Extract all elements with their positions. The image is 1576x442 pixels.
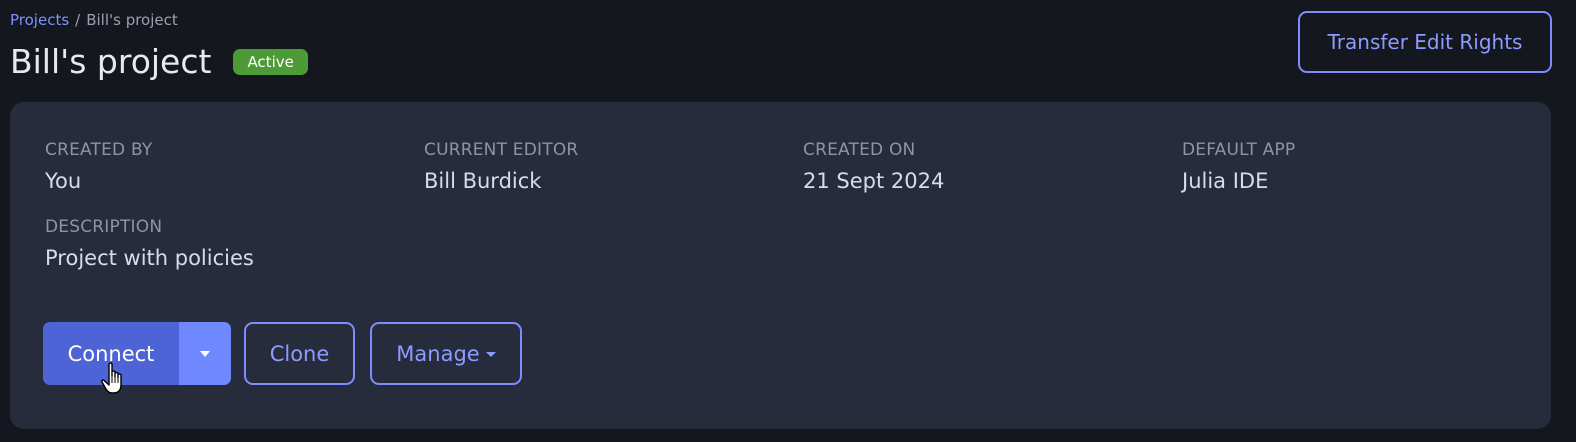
current-editor-value: Bill Burdick bbox=[424, 169, 542, 193]
manage-button-label: Manage bbox=[396, 341, 480, 366]
project-details-card: CREATED BY You CURRENT EDITOR Bill Burdi… bbox=[10, 102, 1551, 429]
breadcrumb-separator: / bbox=[75, 11, 81, 29]
default-app-value: Julia IDE bbox=[1182, 169, 1269, 193]
chevron-down-icon bbox=[485, 352, 496, 357]
created-by-label: CREATED BY bbox=[45, 140, 153, 160]
connect-dropdown-toggle[interactable] bbox=[179, 322, 231, 385]
created-on-field: CREATED ON 21 Sept 2024 bbox=[803, 139, 944, 195]
current-editor-label: CURRENT EDITOR bbox=[424, 140, 579, 160]
default-app-label: DEFAULT APP bbox=[1182, 140, 1296, 160]
created-on-label: CREATED ON bbox=[803, 140, 916, 160]
description-label: DESCRIPTION bbox=[45, 217, 163, 237]
chevron-down-icon bbox=[200, 350, 210, 357]
created-by-value: You bbox=[45, 169, 82, 193]
status-badge: Active bbox=[233, 49, 308, 75]
created-on-value: 21 Sept 2024 bbox=[803, 169, 945, 193]
description-field: DESCRIPTION Project with policies bbox=[45, 216, 254, 272]
title-row: Bill's project Active bbox=[10, 40, 308, 84]
manage-dropdown-button[interactable]: Manage bbox=[370, 322, 522, 385]
created-by-field: CREATED BY You bbox=[45, 139, 152, 195]
breadcrumb-projects-link[interactable]: Projects bbox=[10, 11, 69, 29]
project-page: Projects / Bill's project Bill's project A… bbox=[0, 0, 1576, 442]
current-editor-field: CURRENT EDITOR Bill Burdick bbox=[424, 139, 578, 195]
default-app-field: DEFAULT APP Julia IDE bbox=[1182, 139, 1295, 195]
connect-button[interactable]: Connect bbox=[43, 322, 179, 385]
description-value: Project with policies bbox=[45, 246, 254, 270]
page-title: Bill's project bbox=[10, 42, 212, 81]
clone-button[interactable]: Clone bbox=[244, 322, 355, 385]
breadcrumb-current: Bill's project bbox=[86, 11, 178, 29]
breadcrumb: Projects / Bill's project bbox=[10, 11, 178, 29]
connect-button-group: Connect bbox=[43, 322, 231, 385]
transfer-edit-rights-button[interactable]: Transfer Edit Rights bbox=[1298, 11, 1552, 73]
